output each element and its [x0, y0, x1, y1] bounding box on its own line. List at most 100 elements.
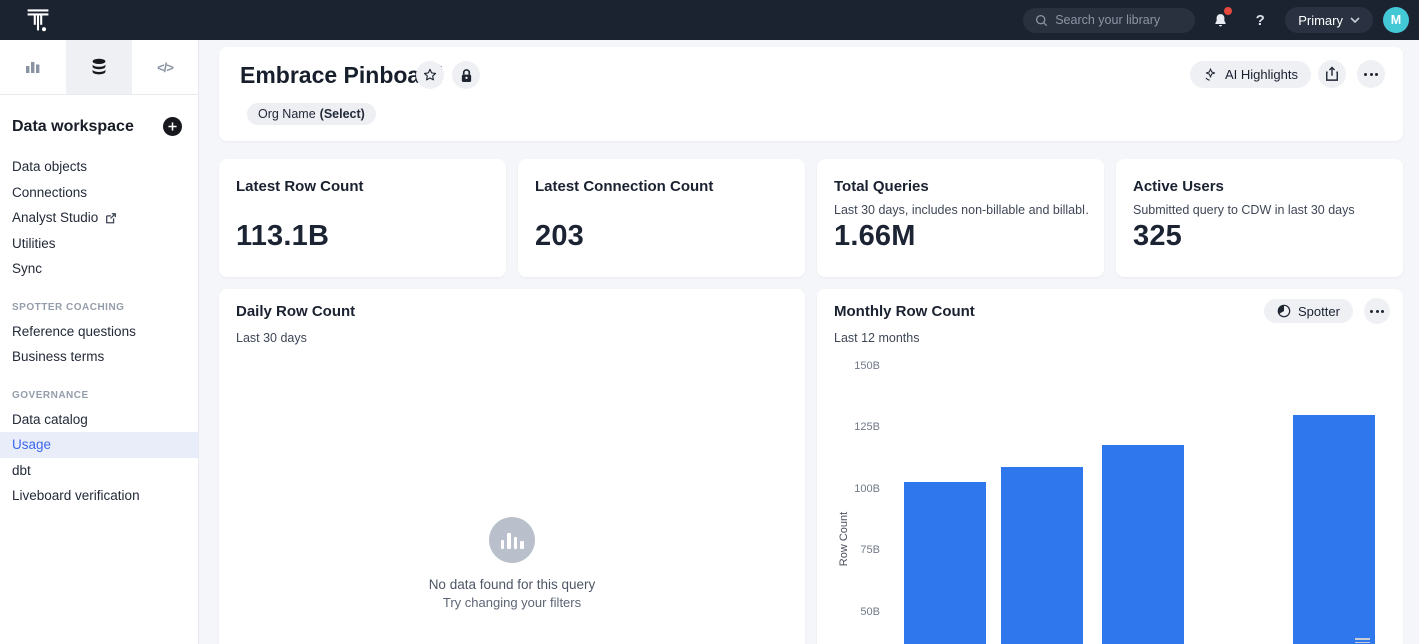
viz-subtitle: Last 30 days	[236, 331, 307, 345]
notifications-button[interactable]	[1205, 5, 1235, 35]
kpi-value: 1.66M	[834, 220, 916, 253]
sidebar-item-liveboard-verification[interactable]: Liveboard verification	[0, 483, 198, 509]
page-title: Embrace Pinboard	[240, 62, 443, 89]
question-mark-icon: ?	[1256, 12, 1265, 29]
ai-highlights-label: AI Highlights	[1225, 67, 1298, 82]
sidebar-item-label: Connections	[12, 185, 87, 200]
sidebar-item-connections[interactable]: Connections	[0, 180, 198, 206]
sidebar-item-label: Analyst Studio	[12, 210, 98, 225]
org-selector-label: Primary	[1298, 13, 1343, 28]
notification-badge	[1224, 7, 1232, 15]
sidebar-item-label: Sync	[12, 261, 42, 276]
viz-title: Monthly Row Count	[834, 303, 975, 320]
sidebar-item-label: Reference questions	[12, 324, 136, 339]
ai-sparkle-icon	[1203, 67, 1218, 82]
bar-month-2[interactable]	[1001, 467, 1083, 644]
y-tick: 125B	[834, 421, 880, 433]
bar-month-3[interactable]	[1102, 445, 1184, 644]
tab-data-workspace[interactable]	[66, 40, 132, 94]
permissions-button[interactable]	[452, 61, 480, 89]
card-resize-handle[interactable]	[1355, 638, 1370, 644]
kpi-title: Latest Row Count	[236, 178, 364, 195]
kpi-total-queries[interactable]: Total Queries Last 30 days, includes non…	[817, 159, 1104, 277]
bar-month-4[interactable]	[1293, 415, 1375, 644]
logo-icon	[22, 4, 54, 36]
thoughtspot-logo[interactable]	[18, 0, 58, 40]
sidebar-item-label: Liveboard verification	[12, 488, 140, 503]
bar-chart-icon	[24, 58, 42, 76]
empty-state: No data found for this query Try changin…	[219, 517, 805, 610]
code-icon: </>	[157, 60, 173, 75]
sidebar-item-label: Data objects	[12, 159, 87, 174]
kpi-subtitle: Submitted query to CDW in last 30 days	[1133, 203, 1388, 217]
sidebar-item-label: Utilities	[12, 236, 56, 251]
chevron-down-icon	[1350, 17, 1360, 23]
search-input[interactable]	[1055, 13, 1175, 27]
tab-developer[interactable]: </>	[132, 40, 198, 94]
sidebar-item-data-objects[interactable]: Data objects	[0, 154, 198, 180]
sidebar-item-label: Data catalog	[12, 412, 88, 427]
kpi-value: 203	[535, 220, 584, 253]
plus-icon	[168, 122, 177, 131]
share-button[interactable]	[1318, 60, 1346, 88]
workspace-header: Data workspace	[0, 95, 198, 154]
ai-highlights-button[interactable]: AI Highlights	[1190, 61, 1311, 88]
main-content: Embrace Pinboard Org Name (Select) AI Hi…	[199, 40, 1419, 644]
library-search[interactable]	[1023, 8, 1195, 33]
spotter-label: Spotter	[1298, 304, 1340, 319]
y-tick: 150B	[834, 360, 880, 372]
sidebar-tabs: </>	[0, 40, 198, 95]
left-sidebar: </> Data workspace Data objects Connecti…	[0, 40, 199, 644]
add-workspace-button[interactable]	[163, 117, 182, 136]
spotter-icon	[1277, 304, 1291, 318]
y-tick: 100B	[834, 483, 880, 495]
sidebar-item-usage[interactable]: Usage	[0, 432, 198, 458]
section-spotter-coaching: SPOTTER COACHING	[0, 282, 198, 319]
kpi-subtitle: Last 30 days, includes non-billable and …	[834, 203, 1089, 217]
monthly-row-count-card[interactable]: Monthly Row Count Last 12 months Spotter…	[817, 289, 1403, 644]
empty-state-title: No data found for this query	[429, 577, 596, 592]
viz-subtitle: Last 12 months	[834, 331, 919, 345]
ellipsis-icon	[1364, 73, 1378, 76]
kpi-value: 113.1B	[236, 220, 329, 253]
sidebar-item-label: Usage	[12, 437, 51, 452]
sidebar-item-utilities[interactable]: Utilities	[0, 231, 198, 257]
viz-title: Daily Row Count	[236, 303, 355, 320]
card-more-button[interactable]	[1364, 298, 1390, 324]
org-name-filter-chip[interactable]: Org Name (Select)	[247, 103, 376, 125]
sidebar-item-label: Business terms	[12, 349, 104, 364]
help-button[interactable]: ?	[1245, 5, 1275, 35]
kpi-latest-row-count[interactable]: Latest Row Count 113.1B	[219, 159, 506, 277]
user-avatar[interactable]: M	[1383, 7, 1409, 33]
sidebar-item-dbt[interactable]: dbt	[0, 458, 198, 484]
tab-analytics[interactable]	[0, 40, 66, 94]
kpi-title: Total Queries	[834, 178, 929, 195]
kpi-title: Latest Connection Count	[535, 178, 713, 195]
avatar-initial: M	[1391, 13, 1401, 27]
sidebar-item-label: dbt	[12, 463, 31, 478]
sidebar-item-business-terms[interactable]: Business terms	[0, 344, 198, 370]
liveboard-header: Embrace Pinboard Org Name (Select) AI Hi…	[219, 47, 1403, 141]
top-bar: ? Primary M	[0, 0, 1419, 40]
spotter-button[interactable]: Spotter	[1264, 299, 1353, 323]
sidebar-item-analyst-studio[interactable]: Analyst Studio	[0, 205, 198, 231]
header-more-button[interactable]	[1357, 60, 1385, 88]
filter-chip-label: Org Name	[258, 107, 316, 121]
y-axis-label: Row Count	[838, 504, 850, 574]
search-icon	[1035, 14, 1048, 27]
section-governance: GOVERNANCE	[0, 370, 198, 407]
filter-chip-value: (Select)	[320, 107, 365, 121]
sidebar-item-reference-questions[interactable]: Reference questions	[0, 319, 198, 345]
external-link-icon	[105, 212, 117, 224]
kpi-latest-connection-count[interactable]: Latest Connection Count 203	[518, 159, 805, 277]
sidebar-item-sync[interactable]: Sync	[0, 256, 198, 282]
empty-state-subtitle: Try changing your filters	[443, 595, 581, 610]
share-icon	[1325, 66, 1339, 82]
sidebar-item-data-catalog[interactable]: Data catalog	[0, 407, 198, 433]
bar-month-1[interactable]	[904, 482, 986, 644]
favorite-button[interactable]	[416, 61, 444, 89]
kpi-active-users[interactable]: Active Users Submitted query to CDW in l…	[1116, 159, 1403, 277]
daily-row-count-card[interactable]: Daily Row Count Last 30 days No data fou…	[219, 289, 805, 644]
y-tick: 50B	[834, 606, 880, 618]
org-selector-dropdown[interactable]: Primary	[1285, 7, 1373, 33]
